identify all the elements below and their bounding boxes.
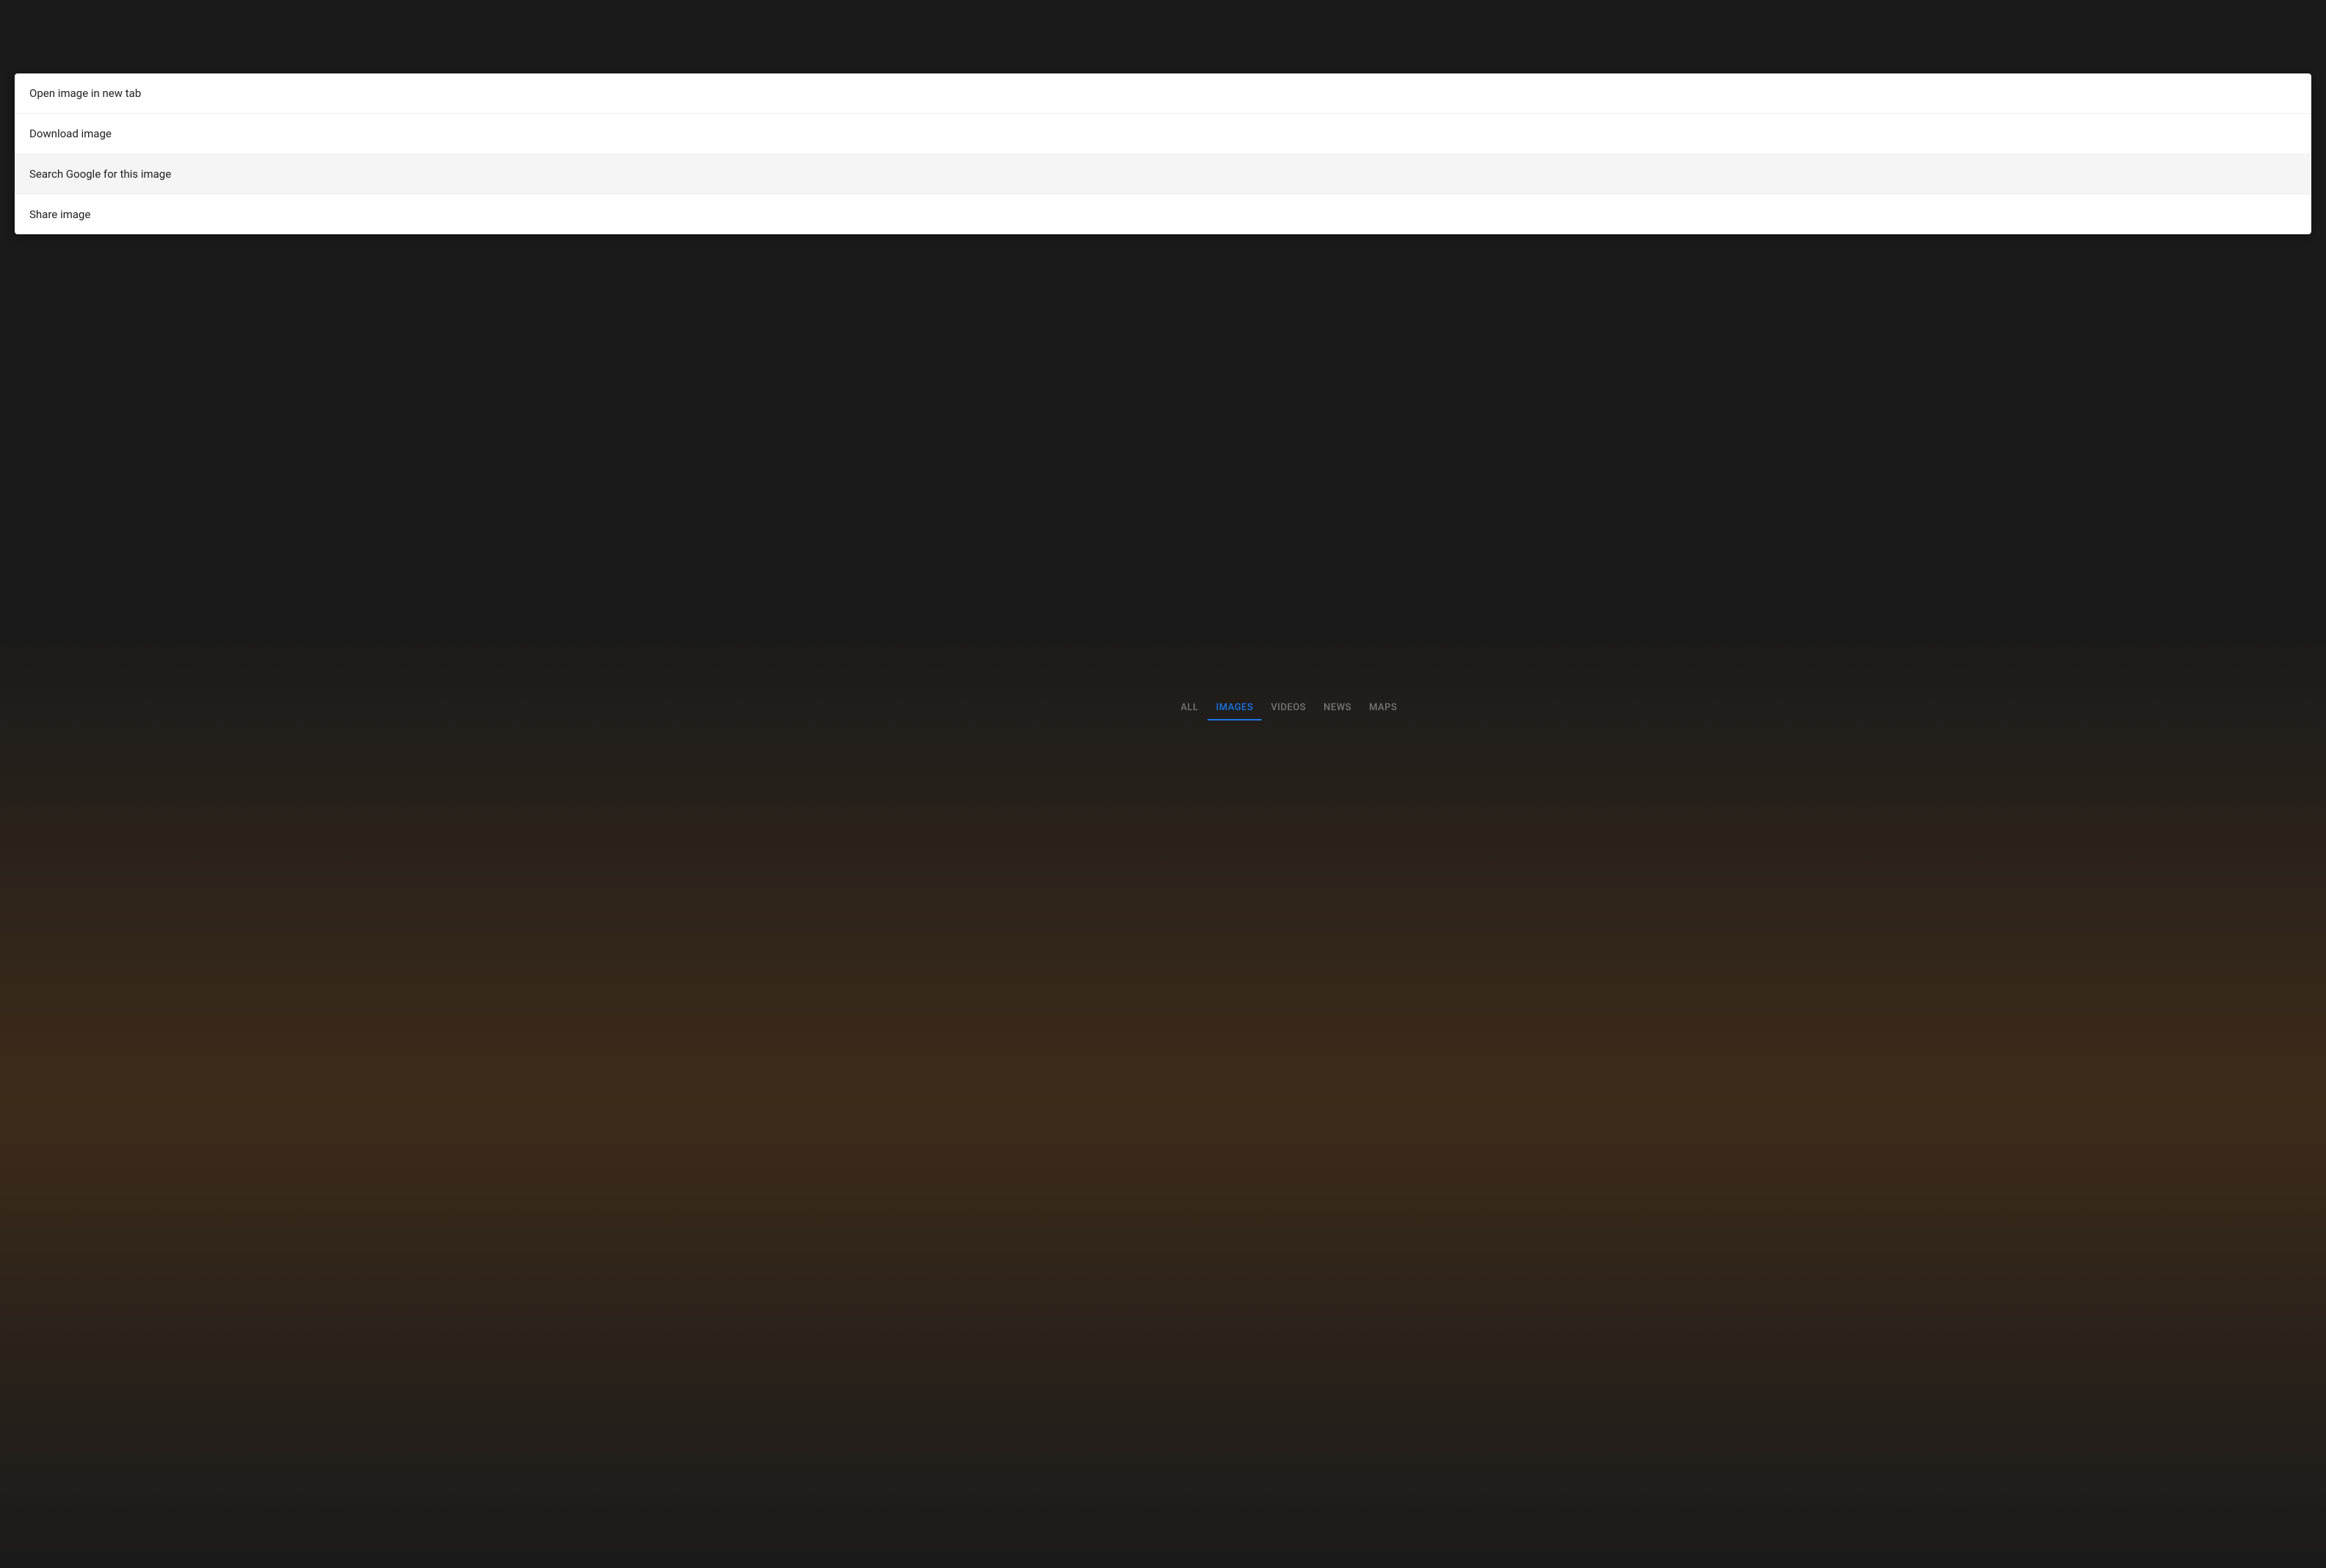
tab-maps[interactable]: MAPS bbox=[1360, 695, 1406, 720]
screenshot-container: 🔳 N ♬ ··· 🔒 VoLTE 1 📶 LTE 📶 48% 🔋 8:47 p… bbox=[840, 512, 1487, 1057]
left-phone: 🔳 N ♬ ··· 🔒 VoLTE 1 📶 LTE 📶 48% 🔋 8:47 p… bbox=[870, 556, 1156, 1013]
tab-news[interactable]: NEWS bbox=[1315, 695, 1360, 720]
tab-all[interactable]: ALL bbox=[1181, 695, 1207, 720]
background-image bbox=[870, 556, 1156, 1013]
tab-videos[interactable]: VIDEOS bbox=[1262, 695, 1315, 720]
tab-images[interactable]: IMAGES bbox=[1207, 695, 1263, 720]
